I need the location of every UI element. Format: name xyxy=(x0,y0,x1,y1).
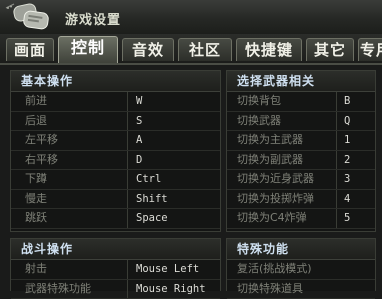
action-label: 右平移 xyxy=(11,151,128,170)
key-value[interactable]: Ctrl xyxy=(136,170,161,189)
key-value[interactable]: Mouse Right xyxy=(136,280,206,299)
tab-other[interactable]: 其它 xyxy=(306,38,354,61)
keybind-row[interactable]: 切换为副武器 2 xyxy=(227,151,375,171)
key-value[interactable]: 4 xyxy=(344,190,350,209)
action-label: 跳跃 xyxy=(11,209,128,228)
keybind-row[interactable]: 下蹲 Ctrl xyxy=(11,170,220,190)
keybind-row[interactable]: 武器特殊功能 Mouse Right xyxy=(11,280,220,299)
tab-community[interactable]: 社区 xyxy=(178,38,232,61)
keybind-row[interactable]: 右平移 D xyxy=(11,151,220,171)
special-functions-panel: 特殊功能 复活(挑战模式) 切换特殊道具 xyxy=(226,238,376,291)
window-title: 游戏设置 xyxy=(65,9,121,28)
keybind-row[interactable]: 跳跃 Space xyxy=(11,209,220,229)
action-label: 切换为投掷炸弹 xyxy=(227,190,337,209)
weapon-select-panel: 选择武器相关 切换背包 B 切换武器 Q 切换为主武器 1 切换为副武器 2 切换为近身… xyxy=(226,70,376,232)
key-value[interactable]: 1 xyxy=(344,131,350,150)
action-label: 下蹲 xyxy=(11,170,128,189)
panel-title-special: 特殊功能 xyxy=(227,239,375,260)
title-bar: 游戏设置 xyxy=(0,0,382,35)
tab-sound[interactable]: 音效 xyxy=(122,38,174,61)
tab-graphics[interactable]: 画面 xyxy=(6,38,54,61)
key-value[interactable]: D xyxy=(136,151,142,170)
action-label: 复活(挑战模式) xyxy=(227,260,377,279)
key-value[interactable]: 3 xyxy=(344,170,350,189)
keybind-row[interactable]: 左平移 A xyxy=(11,131,220,151)
panel-title-basic: 基本操作 xyxy=(11,71,220,92)
keybind-row[interactable]: 切换为投掷炸弹 4 xyxy=(227,190,375,210)
action-label: 切换特殊道具 xyxy=(227,280,377,299)
action-label: 切换为副武器 xyxy=(227,151,337,170)
key-value[interactable]: A xyxy=(136,131,142,150)
keybind-row[interactable]: 射击 Mouse Left xyxy=(11,260,220,280)
keybind-row[interactable]: 切换为C4炸弹 5 xyxy=(227,209,375,229)
keybind-row[interactable]: 切换为主武器 1 xyxy=(227,131,375,151)
action-label: 切换为C4炸弹 xyxy=(227,209,337,228)
panel-title-combat: 战斗操作 xyxy=(11,239,220,260)
key-value[interactable]: 2 xyxy=(344,151,350,170)
keybind-row[interactable]: 前进 W xyxy=(11,92,220,112)
key-value[interactable]: Shift xyxy=(136,190,168,209)
action-label: 射击 xyxy=(11,260,128,279)
key-value[interactable]: Space xyxy=(136,209,168,228)
key-value[interactable]: W xyxy=(136,92,142,111)
keybind-row[interactable]: 切换武器 Q xyxy=(227,112,375,132)
key-value[interactable]: Q xyxy=(344,112,350,131)
keybind-row[interactable]: 慢走 Shift xyxy=(11,190,220,210)
keybind-row[interactable]: 切换背包 B xyxy=(227,92,375,112)
action-label: 前进 xyxy=(11,92,128,111)
action-label: 切换为近身武器 xyxy=(227,170,337,189)
key-value[interactable]: 5 xyxy=(344,209,350,228)
key-value[interactable]: B xyxy=(344,92,350,111)
basic-controls-panel: 基本操作 前进 W 后退 S 左平移 A 右平移 D 下蹲 Ctrl 慢走 Shift 跳跃… xyxy=(10,70,221,232)
keybind-row[interactable]: 复活(挑战模式) xyxy=(227,260,375,280)
action-label: 后退 xyxy=(11,112,128,131)
key-value[interactable]: Mouse Left xyxy=(136,260,199,279)
key-value[interactable]: S xyxy=(136,112,142,131)
keybind-row[interactable]: 后退 S xyxy=(11,112,220,132)
action-label: 武器特殊功能 xyxy=(11,280,128,299)
dog-tags-icon xyxy=(4,2,54,32)
panel-title-weapons: 选择武器相关 xyxy=(227,71,375,92)
action-label: 切换武器 xyxy=(227,112,337,131)
tab-hotkeys[interactable]: 快捷键 xyxy=(236,38,302,61)
action-label: 切换为主武器 xyxy=(227,131,337,150)
keybind-row[interactable]: 切换为近身武器 3 xyxy=(227,170,375,190)
combat-controls-panel: 战斗操作 射击Mouse Left 武器特殊功能Mouse Right xyxy=(10,238,221,291)
tab-controls[interactable]: 控制 xyxy=(58,36,118,63)
action-label: 切换背包 xyxy=(227,92,337,111)
tab-bar: 画面 控制 音效 社区 快捷键 其它 专用 xyxy=(0,34,382,65)
action-label: 左平移 xyxy=(11,131,128,150)
tab-special[interactable]: 专用 xyxy=(358,38,382,61)
action-label: 慢走 xyxy=(11,190,128,209)
keybind-row[interactable]: 切换特殊道具 xyxy=(227,280,375,299)
